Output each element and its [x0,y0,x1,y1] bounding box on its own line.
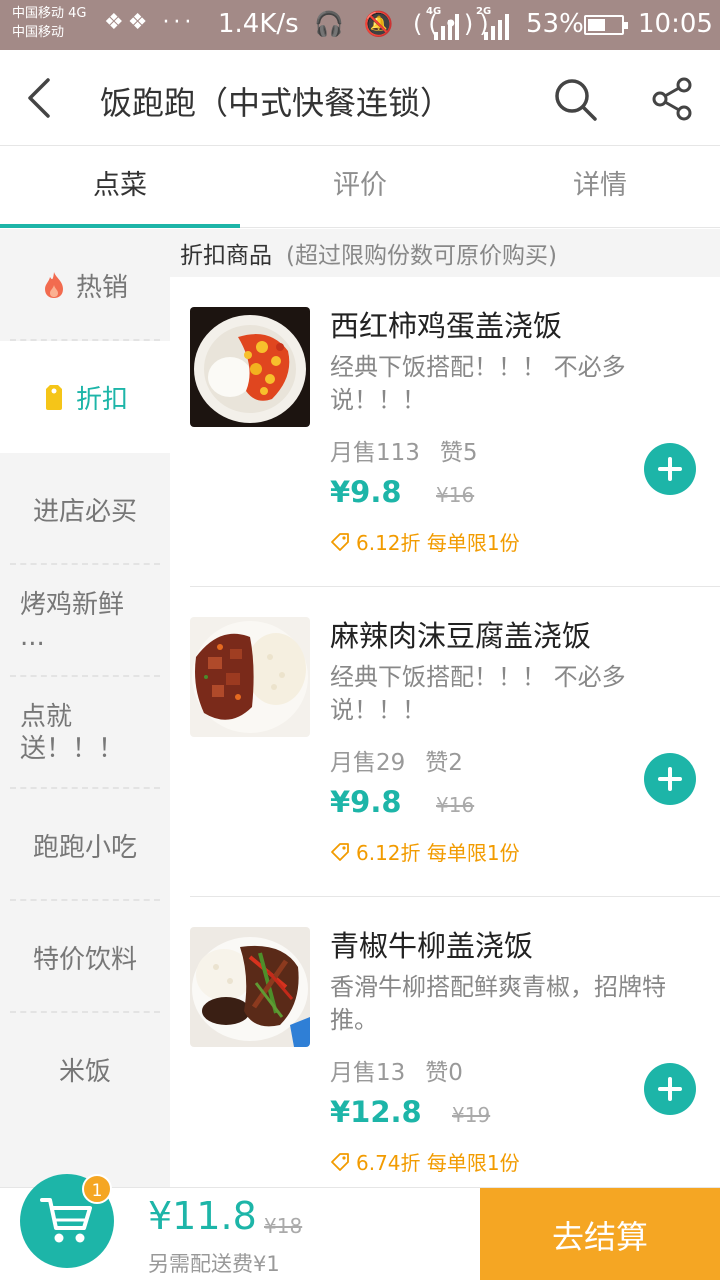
product-description: 香滑牛柳搭配鲜爽青椒，招牌特推。 [330,973,666,1034]
add-to-cart-button[interactable] [644,1063,696,1115]
product-list: 折扣商品 (超过限购份数可原价购买) 西红柿鸡蛋盖浇饭 经典下饭搭配！！！ 不必… [170,229,720,1187]
price-tag-icon [330,532,350,552]
sidebar-item-label: 折扣 [75,384,128,415]
sidebar-item-label: 烤鸡新鲜 [20,590,125,620]
product-price: ¥9.8 [330,475,402,509]
sidebar-item-hot[interactable]: 热销 [0,229,170,341]
app-header: 饭跑跑（中式快餐连锁） [0,50,720,146]
signal-2g-icon: 2G [476,6,510,40]
promo-text: 6.12折 每单限1份 [356,531,520,555]
search-button[interactable] [550,74,600,124]
product-description: 经典下饭搭配！！！ 不必多说！！！ [330,663,626,724]
sidebar-item-rice[interactable]: 米饭 [0,1013,170,1125]
promo-label: 6.74折 每单限1份 [330,1147,520,1176]
chevron-left-icon [28,78,50,118]
product-item[interactable]: 西红柿鸡蛋盖浇饭 经典下饭搭配！！！ 不必多说！！！ 月售113 赞5 ¥9.8 … [190,277,720,587]
product-image [190,927,310,1047]
plus-icon [658,1077,682,1101]
product-price: ¥12.8 [330,1095,422,1129]
signal-4g-icon: 4G [426,6,460,40]
section-note: (超过限购份数可原价购买) [286,243,557,269]
likes-count: 赞5 [439,440,478,466]
sidebar-item-drinks[interactable]: 特价饮料 [0,901,170,1013]
battery-icon [584,15,628,35]
sidebar-item-label: 进店必买 [32,496,137,527]
share-icon [652,77,692,121]
notification-icons: ❖❖ ··· [104,10,196,35]
cart-total: ¥11.8 [148,1194,257,1238]
product-name: 西红柿鸡蛋盖浇饭 [330,309,563,343]
sidebar-item-label: 点就 [20,702,73,732]
clock: 10:05 [638,9,713,39]
sidebar-item-label: 跑跑小吃 [32,832,137,863]
product-stats: 月售29 赞2 [330,743,463,777]
sidebar-item-label: 米饭 [58,1056,111,1087]
flame-icon [42,271,66,299]
product-item[interactable]: 麻辣肉沫豆腐盖浇饭 经典下饭搭配！！！ 不必多说！！！ 月售29 赞2 ¥9.8 … [190,587,720,897]
product-image [190,617,310,737]
shopping-cart-icon [40,1198,92,1243]
delivery-fee: 另需配送费¥1 [148,1252,280,1276]
page-title: 饭跑跑（中式快餐连锁） [100,84,453,122]
promo-text: 6.12折 每单限1份 [356,841,520,865]
tab-details[interactable]: 详情 [480,146,720,227]
product-name: 麻辣肉沫豆腐盖浇饭 [330,619,592,653]
sidebar-item-order-get[interactable]: 点就 送！！！ [0,677,170,789]
product-price: ¥9.8 [330,785,402,819]
status-icons: 🎧 🔕 ((•)) [314,10,495,38]
cart-original-total: ¥18 [264,1214,303,1238]
promo-text: 6.74折 每单限1份 [356,1151,520,1175]
sidebar-item-discount[interactable]: 折扣 [0,341,170,453]
product-name: 青椒牛柳盖浇饭 [330,929,534,963]
cart-bar: 1 ¥11.8 ¥18 另需配送费¥1 去结算 [0,1174,720,1280]
product-stats: 月售113 赞5 [330,433,478,467]
carrier-top: 中国移动 4G [12,6,87,21]
product-description: 经典下饭搭配！！！ 不必多说！！！ [330,353,626,414]
product-item[interactable]: 青椒牛柳盖浇饭 香滑牛柳搭配鲜爽青椒，招牌特推。 月售13 赞0 ¥12.8 ¥1… [190,897,720,1187]
checkout-button[interactable]: 去结算 [480,1188,720,1280]
tab-order[interactable]: 点菜 [0,146,240,228]
plus-icon [658,767,682,791]
sidebar-item-label: 热销 [75,272,128,303]
monthly-sales: 月售13 [330,1060,406,1086]
add-to-cart-button[interactable] [644,443,696,495]
likes-count: 赞2 [425,750,463,776]
status-bar: 中国移动 4G 中国移动 ❖❖ ··· 1.4K/s 🎧 🔕 ((•)) 4G … [0,0,720,50]
add-to-cart-button[interactable] [644,753,696,805]
section-title: 折扣商品 [180,243,272,269]
battery-percent: 53% [526,9,584,39]
carrier-info: 中国移动 4G 中国移动 [12,4,86,42]
tag-icon [42,383,66,411]
original-price: ¥16 [436,483,475,507]
tab-bar: 点菜 评价 详情 [0,146,720,228]
sidebar-item-must-buy[interactable]: 进店必买 [0,453,170,565]
original-price: ¥19 [452,1103,491,1127]
price-tag-icon [330,1152,350,1172]
share-button[interactable] [648,74,698,124]
likes-count: 赞0 [425,1060,463,1086]
product-stats: 月售13 赞0 [330,1053,463,1087]
search-icon [555,79,597,121]
plus-icon [658,457,682,481]
back-button[interactable] [20,76,64,120]
carrier-bottom: 中国移动 [12,25,65,40]
cart-count-badge: 1 [82,1174,112,1204]
section-header: 折扣商品 (超过限购份数可原价购买) [170,229,720,277]
product-image [190,307,310,427]
original-price: ¥16 [436,793,475,817]
sidebar-item-label-line2: ... [20,622,45,652]
network-speed: 1.4K/s [218,9,299,39]
tab-reviews[interactable]: 评价 [240,146,480,227]
price-tag-icon [330,842,350,862]
promo-label: 6.12折 每单限1份 [330,837,520,866]
category-sidebar: 热销 折扣 进店必买 烤鸡新鲜 ... 点就 送！！！ 跑跑小吃 特价饮料 米饭 [0,229,170,1187]
sidebar-item-label-line2: 送！！！ [20,734,125,764]
sidebar-item-roast-chicken[interactable]: 烤鸡新鲜 ... [0,565,170,677]
promo-label: 6.12折 每单限1份 [330,527,520,556]
monthly-sales: 月售113 [330,440,420,466]
monthly-sales: 月售29 [330,750,406,776]
sidebar-item-label: 特价饮料 [32,944,137,975]
sidebar-item-snacks[interactable]: 跑跑小吃 [0,789,170,901]
